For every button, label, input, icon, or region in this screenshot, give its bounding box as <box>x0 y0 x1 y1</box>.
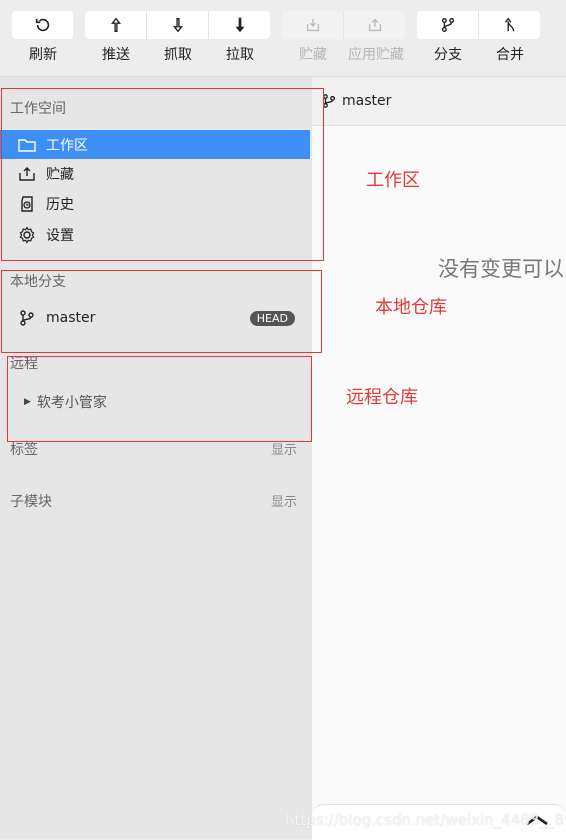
stash-icon <box>17 164 37 184</box>
expand-arrow-icon[interactable]: ▶ <box>24 397 31 407</box>
branch-item-master[interactable]: master HEAD <box>0 303 310 332</box>
branch-icon <box>441 18 454 32</box>
branch-label: 分支 <box>434 47 462 63</box>
sidebar-item-label: 工作区 <box>46 137 88 154</box>
sidebar: 工作空间 工作区 贮藏 历史 设置 本地分支 master HEAD 远程 ▶ … <box>0 77 312 839</box>
sidebar-item-workspace[interactable]: 工作区 <box>0 130 310 159</box>
gear-icon <box>17 225 37 245</box>
merge-icon <box>504 17 514 32</box>
workspace-section-title: 工作空间 <box>10 101 66 117</box>
history-icon <box>17 194 37 214</box>
apply-stash-icon <box>368 18 381 32</box>
merge-label: 合并 <box>496 47 524 63</box>
sidebar-item-stash[interactable]: 贮藏 <box>0 159 310 188</box>
sidebar-item-label: 历史 <box>46 196 74 213</box>
push-icon <box>110 17 121 32</box>
tags-title: 标签 <box>10 442 38 458</box>
local-branches-title: 本地分支 <box>10 274 66 290</box>
sidebar-item-settings[interactable]: 设置 <box>0 220 310 249</box>
stash-group <box>282 11 405 39</box>
workspace-annotation: 工作区 <box>366 170 420 191</box>
empty-state-message: 没有变更可以 <box>438 257 564 281</box>
fetch-icon <box>172 18 183 33</box>
head-badge: HEAD <box>249 311 295 326</box>
branch-name: master <box>46 309 96 326</box>
pull-icon <box>235 17 244 33</box>
stash-button[interactable] <box>282 11 344 39</box>
pull-label: 拉取 <box>226 47 254 63</box>
main-panel: master 没有变更可以 <box>312 77 566 840</box>
branch-icon <box>17 308 37 328</box>
push-button[interactable] <box>85 11 147 39</box>
push-label: 推送 <box>102 47 130 63</box>
sidebar-item-label: 贮藏 <box>46 166 74 183</box>
sidebar-item-history[interactable]: 历史 <box>0 189 310 218</box>
remote-name: 软考小管家 <box>36 394 107 411</box>
tags-show-link[interactable]: 显示 <box>271 439 297 458</box>
apply-stash-button[interactable] <box>344 11 405 39</box>
main-header: master <box>312 77 566 126</box>
remote-item[interactable]: ▶ 软考小管家 <box>0 387 310 416</box>
folder-icon <box>17 135 37 155</box>
current-branch-name: master <box>342 93 392 109</box>
remote-repo-annotation: 远程仓库 <box>346 387 418 408</box>
apply-stash-label: 应用贮藏 <box>348 47 404 63</box>
branch-icon <box>323 94 335 108</box>
watermark: https://blog.csdn.net/weixin_4483__89 <box>285 811 566 829</box>
refresh-icon <box>35 18 49 32</box>
branch-group <box>417 11 540 39</box>
remotes-title: 远程 <box>10 356 38 372</box>
fetch-button[interactable] <box>147 11 209 39</box>
refresh-label: 刷新 <box>29 47 57 63</box>
sidebar-item-label: 设置 <box>46 227 74 244</box>
local-repo-annotation: 本地仓库 <box>375 297 447 318</box>
sync-group <box>85 11 270 39</box>
submodules-show-link[interactable]: 显示 <box>271 491 297 510</box>
refresh-button[interactable] <box>12 11 73 39</box>
submodules-title: 子模块 <box>10 494 52 510</box>
branch-button[interactable] <box>417 11 479 39</box>
toolbar: 刷新 推送 抓取 拉取 贮藏 应用贮藏 分支 合并 <box>0 0 566 77</box>
fetch-label: 抓取 <box>164 47 192 63</box>
refresh-group <box>12 11 73 39</box>
pull-button[interactable] <box>209 11 270 39</box>
stash-icon <box>306 18 319 32</box>
stash-label: 贮藏 <box>299 47 327 63</box>
merge-button[interactable] <box>479 11 540 39</box>
